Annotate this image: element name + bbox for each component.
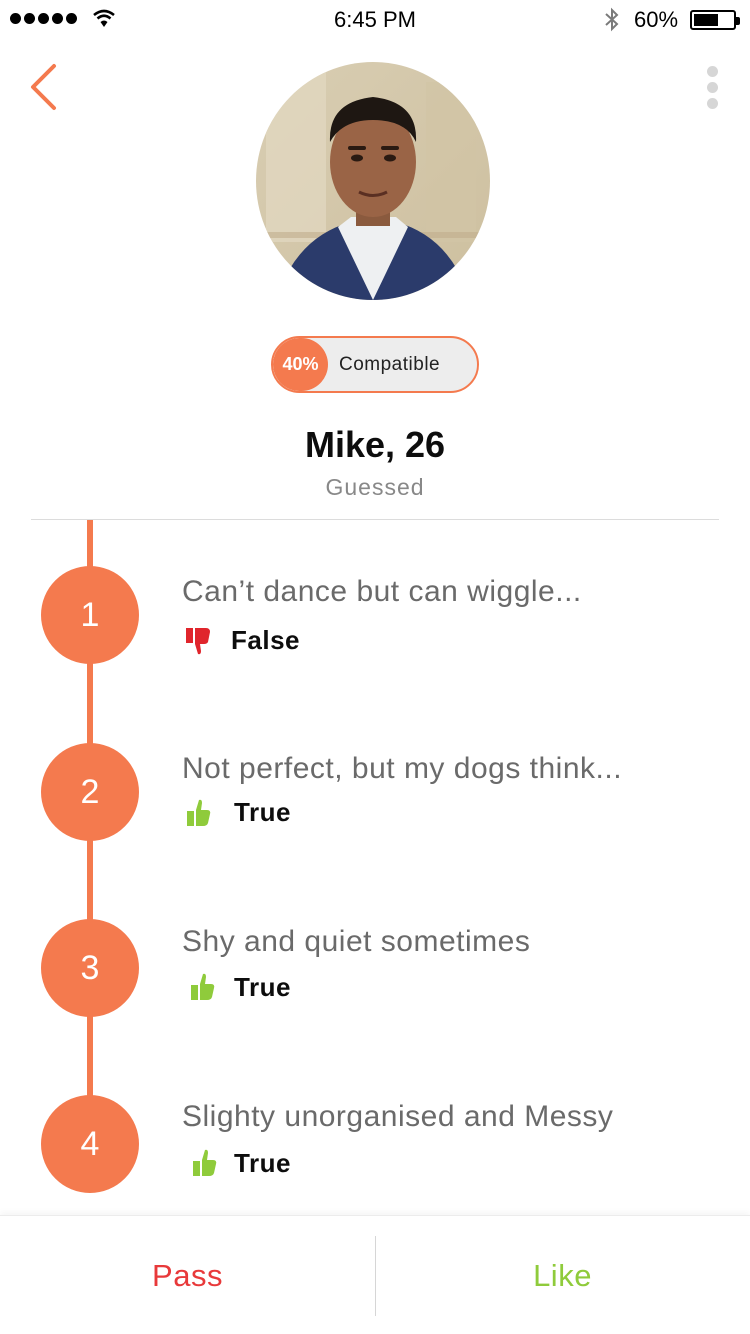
battery-icon	[690, 10, 740, 30]
avatar	[256, 62, 490, 300]
compatibility-label: Compatible	[339, 354, 441, 375]
item-title-1: Can’t dance but can wiggle...	[182, 575, 582, 608]
more-vertical-icon	[700, 66, 724, 109]
battery-percent: 60%	[634, 7, 679, 32]
profile-name: Mike, 26	[304, 424, 446, 465]
item-answer-4: True	[234, 1148, 291, 1178]
thumbs-up-icon	[187, 799, 211, 826]
step-circle-2: 2	[41, 743, 139, 841]
item-title-4: Slighty unorganised and Messy	[182, 1100, 614, 1133]
like-button[interactable]: Like	[375, 1216, 750, 1334]
item-answer-1: False	[231, 625, 300, 655]
item-answer-2: True	[234, 797, 291, 827]
compatibility-badge: 40% Compatible	[271, 336, 479, 393]
step-circle-3: 3	[41, 919, 139, 1017]
battery-fill	[694, 14, 718, 26]
back-button[interactable]	[26, 62, 66, 112]
item-title-3: Shy and quiet sometimes	[182, 925, 531, 958]
more-options-button[interactable]	[700, 66, 724, 112]
item-title-2: Not perfect, but my dogs think...	[182, 752, 623, 785]
thumbs-up-icon	[191, 973, 215, 1000]
pass-button[interactable]: Pass	[0, 1216, 375, 1334]
step-circle-1: 1	[41, 566, 139, 664]
item-answer-3: True	[234, 972, 291, 1002]
profile-subtitle: Guessed	[325, 474, 425, 500]
step-circle-4: 4	[41, 1095, 139, 1193]
status-bar: 6:45 PM 60%	[0, 0, 750, 40]
compatibility-percent: 40%	[273, 338, 328, 391]
action-bar: Pass Like	[0, 1215, 750, 1334]
divider	[31, 519, 719, 520]
chevron-left-icon	[31, 64, 56, 110]
bluetooth-icon	[605, 7, 619, 32]
thumbs-up-icon	[193, 1149, 217, 1176]
thumbs-down-icon	[186, 628, 210, 655]
